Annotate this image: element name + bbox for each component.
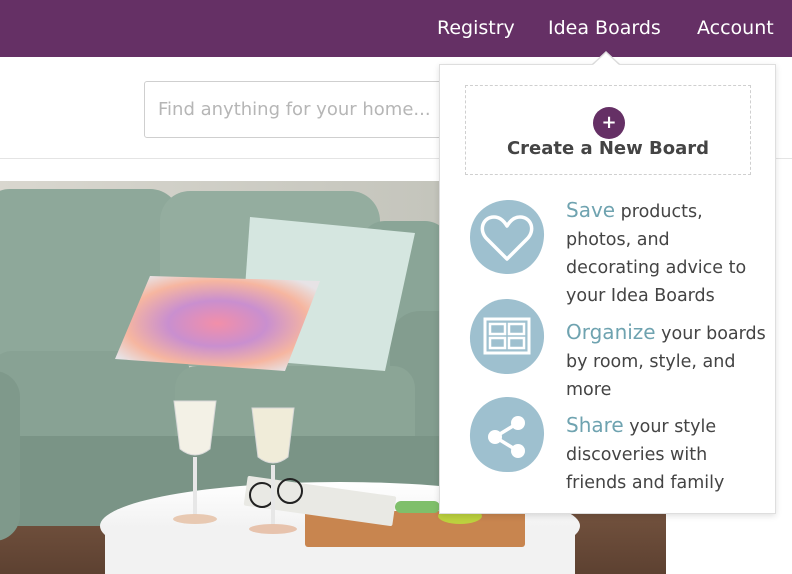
search-input[interactable] — [145, 82, 453, 137]
create-new-board-button[interactable]: + Create a New Board — [465, 85, 751, 175]
feature-organize-key: Organize — [566, 320, 656, 344]
dropdown-caret — [593, 53, 619, 65]
create-new-board-label: Create a New Board — [506, 138, 710, 159]
feature-save-text: Save products, photos, and decorating ad… — [566, 196, 766, 310]
search-box — [144, 81, 454, 138]
heart-icon — [470, 199, 545, 275]
nav-account-link[interactable]: Account — [697, 17, 774, 39]
nav-registry-link[interactable]: Registry — [437, 17, 515, 39]
idea-boards-dropdown: + Create a New Board Save products, phot… — [439, 64, 776, 514]
nav-idea-boards-link[interactable]: Idea Boards — [548, 17, 661, 39]
top-nav-bar: Registry Idea Boards Account — [0, 0, 792, 57]
feature-organize-text: Organize your boards by room, style, and… — [566, 318, 766, 404]
feature-share-text: Share your style discoveries with friend… — [566, 411, 766, 497]
grid-icon — [469, 298, 545, 375]
plus-icon: + — [593, 107, 625, 139]
share-icon — [469, 396, 545, 473]
feature-save-key: Save — [566, 198, 616, 222]
feature-share-key: Share — [566, 413, 624, 437]
